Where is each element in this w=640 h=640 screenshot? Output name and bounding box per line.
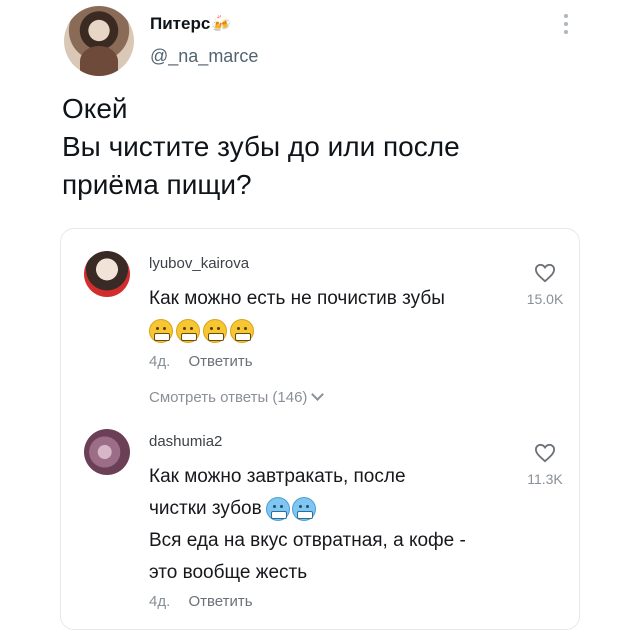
grimacing-face-icon [149, 319, 173, 343]
comment-line-with-emoji: чистки зубов [149, 493, 466, 525]
comment-username[interactable]: lyubov_kairova [149, 255, 249, 272]
comment-username[interactable]: dashumia2 [149, 433, 222, 450]
comment-line: это вообще жесть [149, 562, 308, 583]
heart-icon[interactable] [534, 263, 556, 283]
chevron-down-icon [311, 388, 325, 401]
emoji-row [149, 319, 254, 343]
author-handle[interactable]: @_na_marce [150, 46, 258, 67]
like-count: 15.0K [526, 291, 564, 307]
grimacing-face-icon [230, 319, 254, 343]
author-avatar[interactable] [64, 6, 134, 76]
author-name-text: Питерс [150, 14, 211, 33]
reply-button[interactable]: Ответить [188, 353, 252, 370]
comment-time: 4д. [149, 593, 171, 610]
comment-meta: 4д. Ответить [149, 593, 253, 610]
comment-text: Как можно завтракать, после чистки зубов… [149, 461, 466, 589]
tweet-line: Окей [62, 93, 128, 124]
comment-time: 4д. [149, 353, 171, 370]
grimacing-face-icon [176, 319, 200, 343]
heart-icon[interactable] [534, 443, 556, 463]
comment-text: Как можно есть не почистив зубы [149, 288, 445, 309]
view-replies-button[interactable]: Смотреть ответы (146) [149, 388, 325, 406]
commenter-avatar[interactable] [84, 251, 130, 297]
tweet-line: приёма пищи? [62, 169, 252, 200]
comments-card: lyubov_kairova Как можно есть не почисти… [60, 228, 580, 630]
comment-line: чистки зубов [149, 498, 262, 519]
like-count: 11.3K [527, 471, 563, 487]
cold-face-icon [291, 496, 316, 521]
emoji-group [265, 496, 316, 521]
tweet-text: Окей Вы чистите зубы до или после приёма… [62, 90, 582, 204]
more-options-icon[interactable] [564, 14, 570, 34]
reply-button[interactable]: Ответить [188, 593, 252, 610]
cold-face-icon [265, 496, 290, 521]
view-replies-label: Смотреть ответы (146) [149, 389, 308, 406]
comment-line: Как можно завтракать, после [149, 466, 406, 487]
grimacing-face-icon [203, 319, 227, 343]
comment-line: Вся еда на вкус отвратная, а кофе - [149, 530, 466, 551]
tweet-line: Вы чистите зубы до или после [62, 131, 460, 162]
comment-meta: 4д. Ответить [149, 353, 253, 370]
author-name[interactable]: Питерс🍻 [150, 14, 231, 34]
beer-mugs-icon: 🍻 [211, 16, 232, 33]
commenter-avatar[interactable] [84, 429, 130, 475]
